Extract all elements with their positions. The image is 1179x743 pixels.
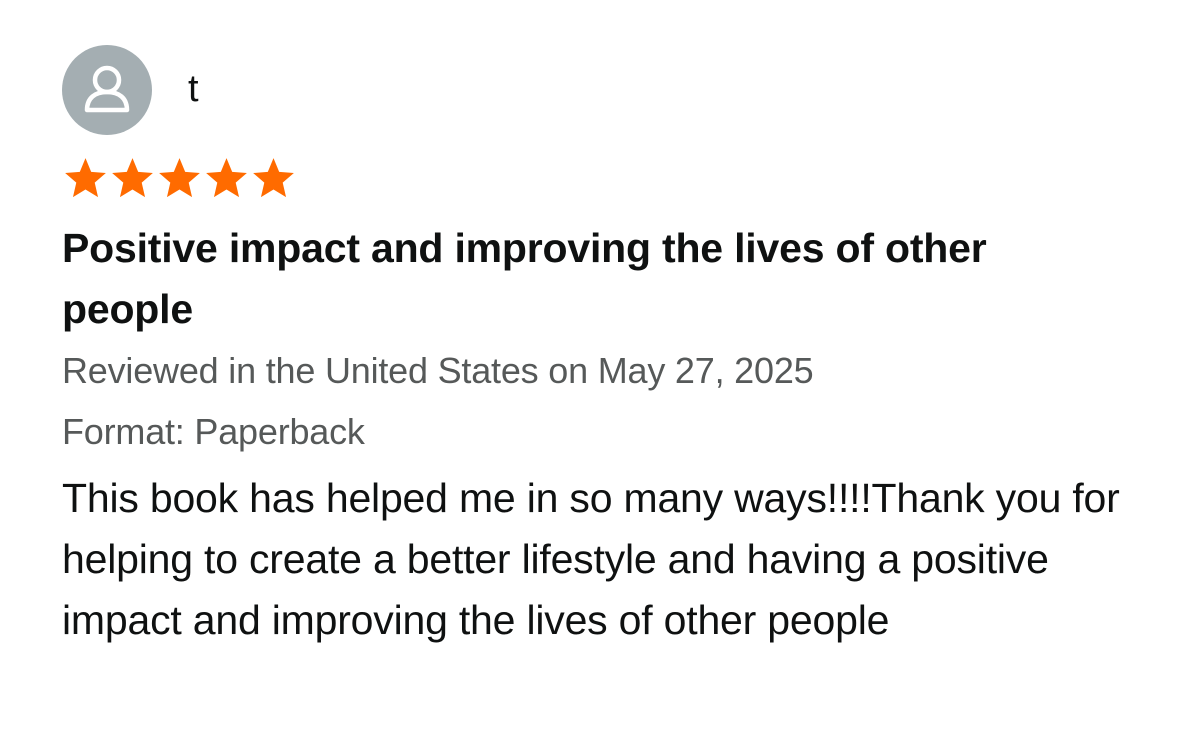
avatar	[62, 45, 152, 135]
person-icon	[84, 65, 130, 113]
star-icon	[65, 157, 106, 197]
star-icon	[206, 157, 247, 197]
review-format: Format: Paperback	[62, 411, 365, 452]
review-card: t Positive impact and improving the live…	[62, 44, 1142, 651]
review-body: This book has helped me in so many ways!…	[62, 475, 1120, 643]
star-icon	[159, 157, 200, 197]
star-icon	[253, 157, 294, 197]
review-title[interactable]: Positive impact and improving the lives …	[62, 218, 1112, 340]
star-rating	[62, 154, 1142, 202]
review-date: Reviewed in the United States on May 27,…	[62, 350, 814, 391]
star-icon	[112, 157, 153, 197]
reviewer-profile[interactable]: t	[62, 44, 1142, 136]
reviewer-name[interactable]: t	[188, 68, 199, 111]
